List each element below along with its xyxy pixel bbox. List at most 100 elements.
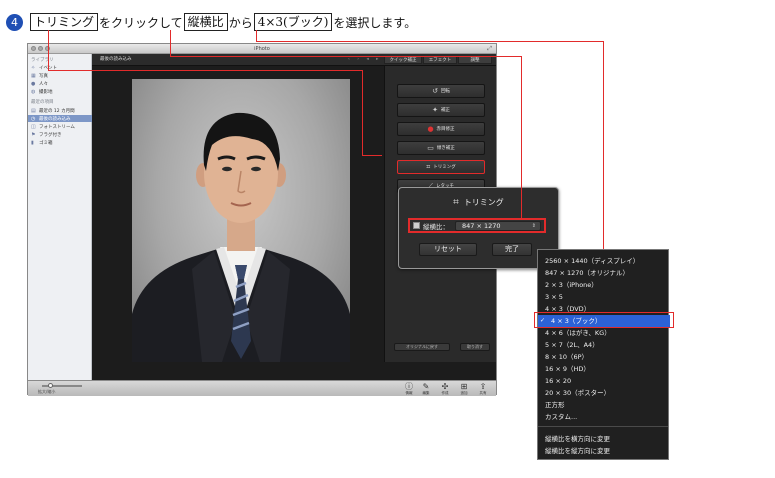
- red-eye-button[interactable]: ● 赤目修正: [397, 122, 485, 136]
- menu-item[interactable]: カスタム...: [538, 411, 670, 423]
- rotate-button[interactable]: ↺ 回転: [397, 84, 485, 98]
- sidebar-item-label: 写真: [39, 73, 48, 79]
- sidebar-item-label: 人々: [39, 81, 48, 87]
- menu-item[interactable]: 16 × 20: [538, 375, 670, 387]
- sidebar-item-places[interactable]: ◍ 撮影地: [28, 88, 92, 95]
- info-tool-label: 情報: [405, 391, 413, 395]
- aspect-key-label: 縦横比: [183, 13, 228, 31]
- create-tool-label: 作成: [441, 391, 449, 395]
- info-tool-button[interactable]: ⓘ 情報: [402, 382, 416, 396]
- callout-line: [170, 30, 171, 56]
- photostream-icon: ◫: [31, 123, 36, 130]
- sidebar-item-flagged[interactable]: ⚑ フラグ付き: [28, 131, 92, 138]
- tab-adjust[interactable]: 調整: [458, 56, 492, 64]
- places-icon: ◍: [31, 88, 36, 95]
- menu-item[interactable]: 20 × 30（ポスター）: [538, 387, 670, 399]
- edit-tool-button[interactable]: ✎ 編集: [419, 382, 433, 396]
- step-number-badge: 4: [6, 13, 23, 31]
- menu-item[interactable]: 3 × 5: [538, 291, 670, 303]
- enhance-label: 補正: [440, 108, 450, 113]
- instruction-text-1: をクリックして: [99, 15, 183, 30]
- done-button[interactable]: 完了: [492, 243, 532, 256]
- menu-item-landscape[interactable]: 縦横比を横方向に変更: [538, 433, 670, 445]
- straighten-button[interactable]: ▭ 傾き補正: [397, 141, 485, 155]
- import-icon: ◷: [31, 115, 36, 122]
- reset-button[interactable]: リセット: [419, 243, 477, 256]
- menu-item[interactable]: 2560 × 1440（ディスプレイ）: [538, 255, 670, 267]
- recent-header: 最近の項目: [31, 100, 54, 105]
- sidebar-item-last-import[interactable]: ◷ 最後の読み込み: [28, 115, 92, 122]
- selected-option-highlight: [534, 312, 674, 328]
- callout-line: [48, 70, 362, 71]
- crop-popover-title-text: トリミング: [463, 198, 504, 207]
- aspect-ratio-menu: 2560 × 1440（ディスプレイ） 847 × 1270（オリジナル） 2 …: [537, 249, 670, 460]
- info-icon: ⓘ: [405, 382, 413, 391]
- tab-effects[interactable]: エフェクト: [423, 56, 457, 64]
- trash-icon: ▮: [31, 139, 34, 146]
- window-titlebar: iPhoto ⤢: [28, 44, 496, 54]
- portrait-photo[interactable]: [132, 79, 350, 362]
- undo-button[interactable]: 取り消す: [460, 343, 490, 351]
- trim-key-label: トリミング: [30, 13, 99, 31]
- edit-tool-label: 編集: [422, 391, 430, 395]
- menu-item-portrait[interactable]: 縦横比を縦方向に変更: [538, 445, 670, 457]
- callout-line: [170, 56, 522, 57]
- sidebar-item-label: 最後の読み込み: [39, 116, 71, 122]
- menu-item[interactable]: 正方形: [538, 399, 670, 411]
- callout-line: [256, 30, 257, 41]
- sidebar: ライブラリ ✧ イベント ▦ 写真 ● 人々 ◍ 撮影地 最近の項目 ▤ 最近の…: [28, 54, 92, 380]
- aspect-ratio-checkbox[interactable]: [413, 222, 420, 229]
- instruction-text-3: を選択します。: [333, 15, 417, 30]
- aspect-ratio-label: 縦横比：: [423, 222, 449, 231]
- create-tool-button[interactable]: ✣ 作成: [438, 382, 452, 396]
- album-title: 最後の読み込み: [100, 57, 132, 62]
- enhance-icon: ✦: [432, 106, 438, 114]
- sidebar-item-people[interactable]: ● 人々: [28, 80, 92, 87]
- option-key-label: 4×3(ブック): [253, 13, 333, 31]
- sidebar-item-label: ゴミ箱: [39, 140, 53, 146]
- sidebar-item-label: フラグ付き: [39, 132, 62, 138]
- menu-item[interactable]: 847 × 1270（オリジナル）: [538, 267, 670, 279]
- share-tool-label: 共有: [479, 391, 487, 395]
- red-eye-label: 赤目修正: [436, 127, 455, 132]
- zoom-label: 拡大/縮小: [38, 389, 56, 394]
- crop-icon: ⌗: [426, 162, 431, 171]
- callout-line: [256, 41, 603, 42]
- menu-item[interactable]: 8 × 10（6P）: [538, 351, 670, 363]
- zoom-slider-knob[interactable]: [48, 383, 53, 388]
- callout-line: [362, 70, 363, 155]
- share-tool-button[interactable]: ⇪ 共有: [476, 382, 490, 396]
- crop-button[interactable]: ⌗ トリミング: [397, 160, 485, 174]
- sidebar-item-photos[interactable]: ▦ 写真: [28, 72, 92, 79]
- menu-item[interactable]: 16 × 9（HD）: [538, 363, 670, 375]
- tab-quick-fixes[interactable]: クイック補正: [384, 56, 422, 64]
- sidebar-item-photostream[interactable]: ◫ フォトストリーム: [28, 123, 92, 130]
- straighten-icon: ▭: [427, 144, 434, 152]
- menu-item[interactable]: 4 × 6（はがき、KG）: [538, 327, 670, 339]
- portrait-illustration: [132, 112, 350, 362]
- people-icon: ●: [31, 80, 36, 87]
- sidebar-item-trash[interactable]: ▮ ゴミ箱: [28, 139, 92, 146]
- menu-item[interactable]: 2 × 3（iPhone）: [538, 279, 670, 291]
- zoom-slider[interactable]: [42, 383, 82, 388]
- share-icon: ⇪: [479, 382, 487, 391]
- fullscreen-icon[interactable]: ⤢: [487, 45, 492, 53]
- sidebar-item-last-12-months[interactable]: ▤ 最近の 12 カ月間: [28, 107, 92, 114]
- callout-line: [362, 155, 382, 156]
- flag-icon: ⚑: [31, 131, 36, 138]
- sidebar-item-label: フォトストリーム: [39, 124, 75, 130]
- library-header: ライブラリ: [31, 58, 54, 63]
- crop-popover-title: ⌗ トリミング: [399, 197, 558, 208]
- aspect-ratio-select[interactable]: 847 × 1270 ⇕: [455, 220, 541, 231]
- revert-to-original-button[interactable]: オリジナルに戻す: [394, 343, 450, 351]
- add-tool-label: 追加: [460, 391, 468, 395]
- enhance-button[interactable]: ✦ 補正: [397, 103, 485, 117]
- add-tool-button[interactable]: ⊞ 追加: [457, 382, 471, 396]
- window-title: iPhoto: [254, 46, 270, 52]
- photos-icon: ▦: [31, 72, 36, 79]
- instruction-line: 4 トリミング をクリックして 縦横比 から 4×3(ブック) を選択します。: [6, 12, 416, 32]
- updown-chevron-icon: ⇕: [531, 222, 536, 229]
- sidebar-item-label: 撮影地: [39, 89, 53, 95]
- menu-item[interactable]: 5 × 7（2L、A4）: [538, 339, 670, 351]
- crop-popover: ⌗ トリミング 縦横比： 847 × 1270 ⇕ リセット 完了: [398, 187, 559, 269]
